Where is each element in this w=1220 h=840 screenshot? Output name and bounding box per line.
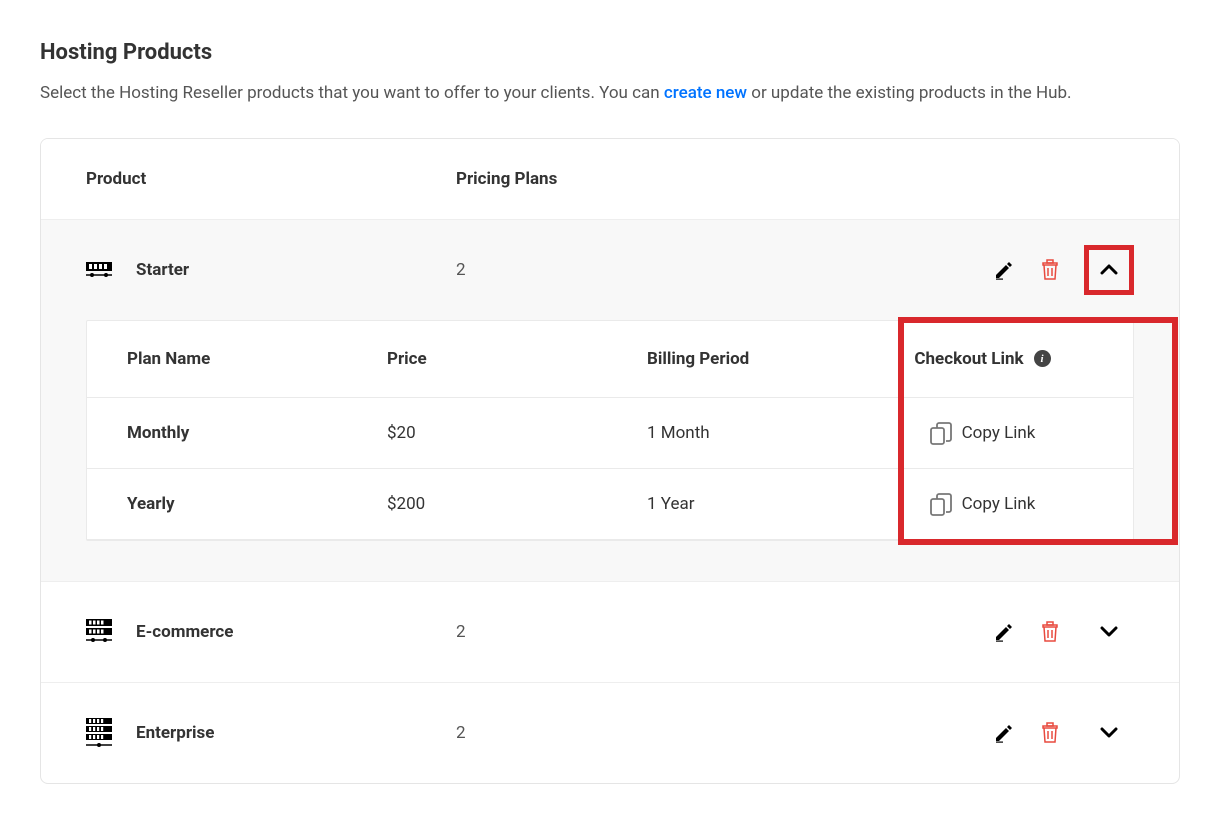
plan-billing: 1 Month	[647, 423, 872, 443]
header-checkout: Checkout Link	[914, 349, 1023, 369]
desc-pre: Select the Hosting Reseller products tha…	[40, 83, 664, 103]
header-plan-name: Plan Name	[127, 349, 387, 369]
header-price: Price	[387, 349, 647, 369]
product-row-enterprise: Enterprise 2	[41, 682, 1179, 783]
copy-link-label: Copy Link	[962, 423, 1036, 443]
plans-header: Plan Name Price Billing Period Checkout …	[87, 321, 1133, 398]
expanded-panel: Plan Name Price Billing Period Checkout …	[41, 320, 1179, 581]
expand-toggle[interactable]	[1084, 708, 1134, 758]
product-name: E-commerce	[136, 622, 233, 642]
delete-button[interactable]	[1038, 620, 1062, 644]
desc-post: or update the existing products in the H…	[747, 83, 1071, 103]
delete-button[interactable]	[1038, 258, 1062, 282]
page-description: Select the Hosting Reseller products tha…	[40, 79, 1180, 108]
plans-table: Plan Name Price Billing Period Checkout …	[86, 320, 1134, 541]
product-row-starter: Starter 2	[41, 219, 1179, 320]
header-billing: Billing Period	[647, 349, 872, 369]
server-rack-icon	[86, 621, 112, 643]
plan-row-yearly: Yearly $200 1 Year Copy Link	[87, 469, 1133, 540]
server-icon	[86, 259, 112, 281]
info-icon[interactable]: i	[1034, 350, 1051, 367]
copy-icon	[930, 493, 950, 515]
plan-count: 2	[456, 723, 886, 743]
copy-link-button[interactable]: Copy Link	[872, 422, 1093, 444]
collapse-toggle[interactable]	[1084, 245, 1134, 295]
edit-button[interactable]	[992, 620, 1016, 644]
delete-button[interactable]	[1038, 721, 1062, 745]
copy-link-button[interactable]: Copy Link	[872, 493, 1093, 515]
copy-link-label: Copy Link	[962, 494, 1036, 514]
product-name: Enterprise	[136, 723, 214, 743]
plan-price: $200	[387, 494, 647, 514]
page-title: Hosting Products	[40, 40, 1180, 65]
plan-count: 2	[456, 622, 886, 642]
plan-count: 2	[456, 260, 886, 280]
product-row-ecommerce: E-commerce 2	[41, 581, 1179, 682]
server-stack-icon	[86, 722, 112, 744]
table-header: Product Pricing Plans	[41, 139, 1179, 219]
header-product: Product	[86, 169, 456, 189]
plan-billing: 1 Year	[647, 494, 872, 514]
copy-icon	[930, 422, 950, 444]
plan-row-monthly: Monthly $20 1 Month Copy Link	[87, 398, 1133, 469]
plan-price: $20	[387, 423, 647, 443]
products-card: Product Pricing Plans Starter 2	[40, 138, 1180, 784]
header-plans: Pricing Plans	[456, 169, 1134, 189]
create-new-link[interactable]: create new	[664, 83, 747, 103]
product-name: Starter	[136, 260, 189, 280]
plan-name: Monthly	[127, 423, 387, 443]
edit-button[interactable]	[992, 721, 1016, 745]
plan-name: Yearly	[127, 494, 387, 514]
expand-toggle[interactable]	[1084, 607, 1134, 657]
edit-button[interactable]	[992, 258, 1016, 282]
